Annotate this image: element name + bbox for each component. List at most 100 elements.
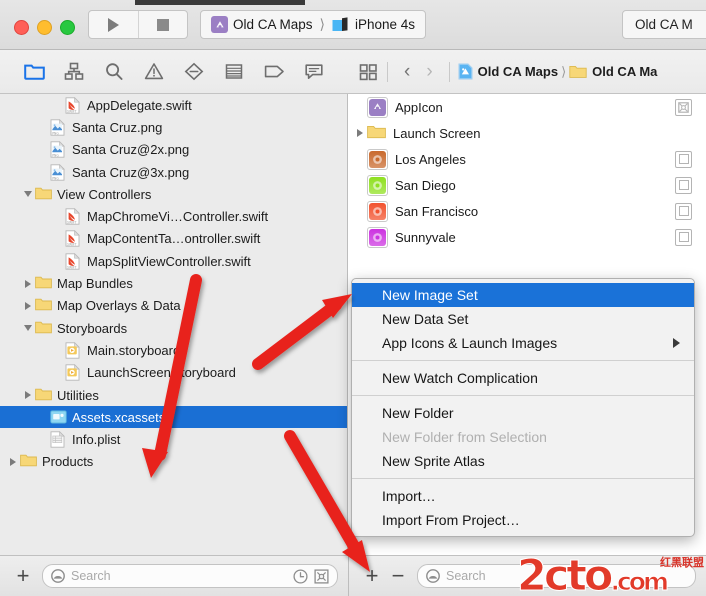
navigator-selector[interactable] xyxy=(0,50,348,93)
report-navigator-icon[interactable] xyxy=(303,61,325,83)
navigator-row[interactable]: Map Overlays & Data xyxy=(0,295,347,317)
navigator-row-label: MapContentTa…ontroller.swift xyxy=(87,231,260,246)
swift-file-icon: SWIFT xyxy=(65,253,82,270)
menu-item[interactable]: New Folder xyxy=(352,401,694,425)
filter-icon[interactable] xyxy=(314,569,329,584)
destination-name: iPhone 4s xyxy=(355,17,415,32)
navigator-row-label: Santa Cruz@3x.png xyxy=(72,165,189,180)
forward-button[interactable]: › xyxy=(418,61,440,83)
project-chip[interactable]: Old CA M xyxy=(622,10,706,39)
minimize-button[interactable] xyxy=(37,20,52,35)
asset-search-field[interactable]: Search xyxy=(417,564,696,588)
badge-inner xyxy=(679,206,689,216)
navigator-row[interactable]: SWIFT MapChromeVi…Controller.swift xyxy=(0,205,347,227)
swift-file-icon: SWIFT xyxy=(65,230,82,247)
asset-context-menu[interactable]: New Image SetNew Data SetApp Icons & Lau… xyxy=(351,278,695,537)
related-items-icon[interactable] xyxy=(357,61,379,83)
window-controls[interactable] xyxy=(14,20,75,35)
navigator-filter-bar: + Search xyxy=(0,555,349,596)
disclosure-triangle-open-icon[interactable] xyxy=(21,325,35,331)
scheme-app-icon xyxy=(211,16,228,33)
navigator-row-label: Info.plist xyxy=(72,432,120,447)
breadcrumb-folder[interactable]: Old CA Ma xyxy=(569,64,657,79)
search-icon xyxy=(426,569,440,583)
asset-row[interactable]: AppIcon xyxy=(349,94,706,120)
navigator-row[interactable]: Utilities xyxy=(0,384,347,406)
asset-row[interactable]: Launch Screen xyxy=(349,120,706,146)
navigator-row[interactable]: Main.storyboard xyxy=(0,339,347,361)
navigator-row[interactable]: Products xyxy=(0,451,347,473)
menu-item[interactable]: Import… xyxy=(352,484,694,508)
navigator-row[interactable]: Storyboards xyxy=(0,317,347,339)
imageset-badge[interactable] xyxy=(675,151,692,168)
navigator-row[interactable]: PNG Santa Cruz.png xyxy=(0,116,347,138)
menu-item: New Folder from Selection xyxy=(352,425,694,449)
disclosure-triangle-closed-icon[interactable] xyxy=(21,302,35,310)
asset-row-label: Los Angeles xyxy=(395,152,466,167)
breadcrumb-folder-label: Old CA Ma xyxy=(592,64,657,79)
add-file-button[interactable]: + xyxy=(10,565,36,587)
menu-item[interactable]: App Icons & Launch Images xyxy=(352,331,694,355)
disclosure-triangle-closed-icon[interactable] xyxy=(21,391,35,399)
menu-item[interactable]: Import From Project… xyxy=(352,508,694,532)
scheme-selector[interactable]: Old CA Maps ⟩ iPhone 4s xyxy=(200,10,426,39)
asset-row[interactable]: San Diego xyxy=(349,172,706,198)
zoom-button[interactable] xyxy=(60,20,75,35)
run-stop-group[interactable] xyxy=(88,10,188,39)
disclosure-triangle-open-icon[interactable] xyxy=(21,191,35,197)
navigator-row-label: View Controllers xyxy=(57,187,151,202)
menu-item[interactable]: New Sprite Atlas xyxy=(352,449,694,473)
menu-item[interactable]: New Watch Complication xyxy=(352,366,694,390)
submenu-arrow-icon xyxy=(673,338,680,348)
folder-icon xyxy=(35,186,52,203)
test-navigator-icon[interactable] xyxy=(183,61,205,83)
navigator-row-label: Main.storyboard xyxy=(87,343,180,358)
navigator-row[interactable]: PNG Santa Cruz@3x.png xyxy=(0,161,347,183)
stop-button[interactable] xyxy=(138,11,188,38)
run-button[interactable] xyxy=(89,11,138,38)
storyboard-file-icon xyxy=(65,342,82,359)
clock-icon[interactable] xyxy=(293,569,308,584)
issue-navigator-icon[interactable] xyxy=(143,61,165,83)
disclosure-triangle-closed-icon[interactable] xyxy=(6,458,20,466)
navigator-row[interactable]: Map Bundles xyxy=(0,272,347,294)
menu-item[interactable]: New Image Set xyxy=(352,283,694,307)
disclosure-triangle-closed-icon[interactable] xyxy=(353,129,367,137)
disclosure-triangle-closed-icon[interactable] xyxy=(21,280,35,288)
navigator-row[interactable]: Info.plist xyxy=(0,428,347,450)
breakpoint-navigator-icon[interactable] xyxy=(263,61,285,83)
asset-search-placeholder: Search xyxy=(446,569,687,583)
asset-row[interactable]: San Francisco xyxy=(349,198,706,224)
navigator-row-label: Map Overlays & Data xyxy=(57,298,181,313)
navigator-row[interactable]: PNG Santa Cruz@2x.png xyxy=(0,139,347,161)
svg-text:PNG: PNG xyxy=(52,154,59,158)
run-icon xyxy=(108,18,119,32)
navigator-search-field[interactable]: Search xyxy=(42,564,338,588)
project-navigator-icon[interactable] xyxy=(23,61,45,83)
debug-navigator-icon[interactable] xyxy=(223,61,245,83)
asset-row[interactable]: Sunnyvale xyxy=(349,224,706,250)
add-asset-button[interactable]: + xyxy=(359,565,385,587)
png-file-icon: PNG xyxy=(50,164,67,181)
navigator-row[interactable]: Assets.xcassets xyxy=(0,406,347,428)
close-button[interactable] xyxy=(14,20,29,35)
menu-item[interactable]: New Data Set xyxy=(352,307,694,331)
back-button[interactable]: ‹ xyxy=(396,61,418,83)
navigator-row[interactable]: SWIFT MapSplitViewController.swift xyxy=(0,250,347,272)
navigator-row[interactable]: LaunchScreen.storyboard xyxy=(0,362,347,384)
tab-stub xyxy=(135,0,305,5)
asset-row-label: San Diego xyxy=(395,178,456,193)
project-navigator[interactable]: SWIFT AppDelegate.swift PNG Santa Cruz.p… xyxy=(0,94,348,555)
imageset-badge[interactable] xyxy=(675,229,692,246)
breadcrumb-project[interactable]: Old CA Maps xyxy=(458,63,558,80)
remove-asset-button[interactable]: − xyxy=(385,565,411,587)
navigator-row[interactable]: SWIFT MapContentTa…ontroller.swift xyxy=(0,228,347,250)
navigator-row[interactable]: View Controllers xyxy=(0,183,347,205)
find-navigator-icon[interactable] xyxy=(103,61,125,83)
imageset-badge[interactable] xyxy=(675,177,692,194)
navigator-row[interactable]: SWIFT AppDelegate.swift xyxy=(0,94,347,116)
imageset-badge[interactable] xyxy=(675,203,692,220)
asset-row[interactable]: Los Angeles xyxy=(349,146,706,172)
source-control-navigator-icon[interactable] xyxy=(63,61,85,83)
appicon-badge[interactable] xyxy=(675,99,692,116)
